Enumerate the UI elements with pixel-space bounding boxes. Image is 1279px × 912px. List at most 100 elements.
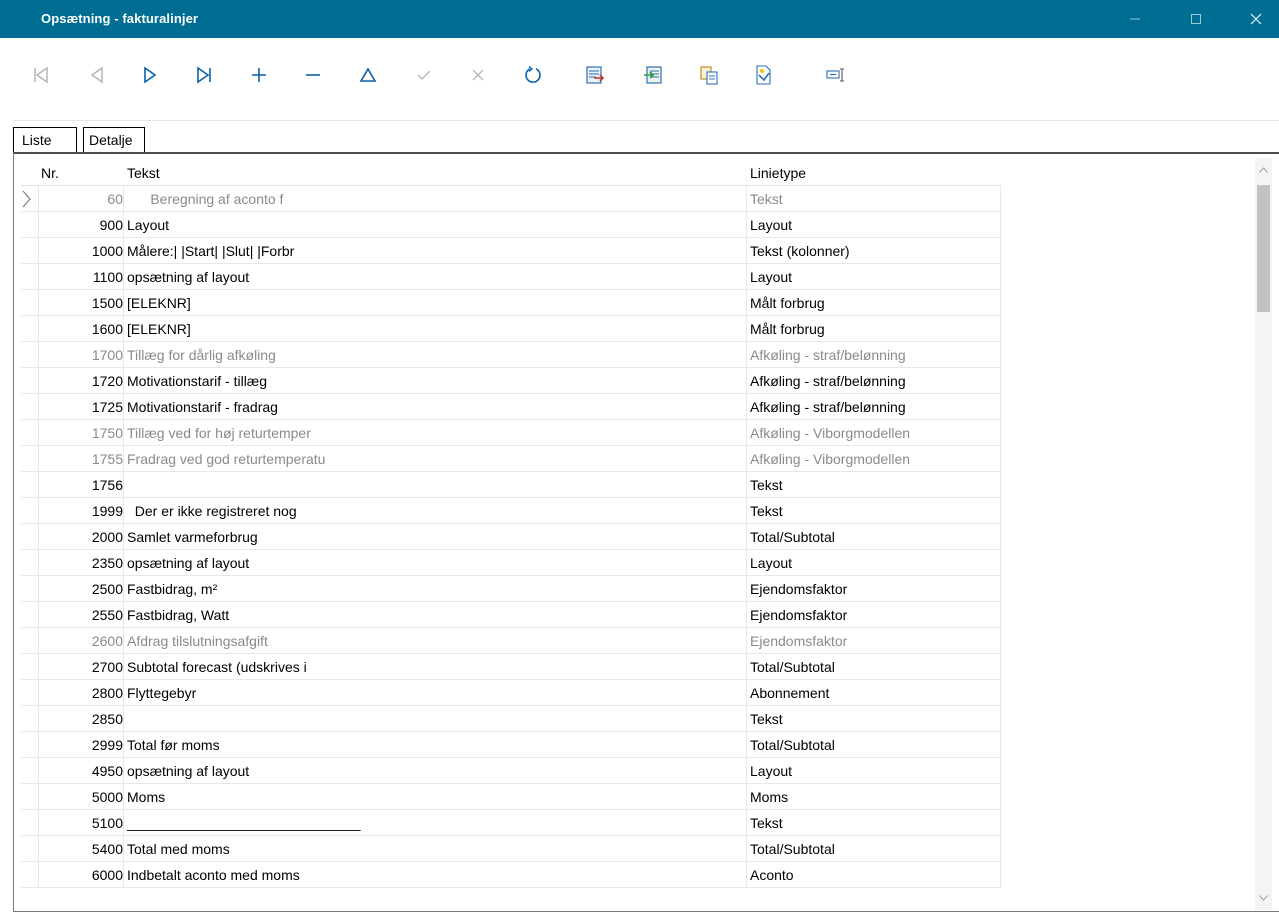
table-row[interactable]: 1100 opsætning af layout Layout	[21, 264, 1001, 290]
export-button[interactable]	[582, 62, 608, 88]
table-row[interactable]: 1700 Tillæg for dårlig afkøling Afkøling -…	[21, 342, 1001, 368]
table-row[interactable]: 900 Layout Layout	[21, 212, 1001, 238]
cell-nr[interactable]: 2700	[38, 659, 123, 675]
table-row[interactable]: 4950 opsætning af layout Layout	[21, 758, 1001, 784]
cell-nr[interactable]: 5100	[38, 815, 123, 831]
cell-tekst[interactable]: Indbetalt aconto med moms	[127, 867, 300, 883]
cell-linietype[interactable]: Tekst (kolonner)	[750, 243, 850, 259]
cell-linietype[interactable]: Layout	[750, 217, 792, 233]
cell-tekst[interactable]: Tillæg for dårlig afkøling	[127, 347, 276, 363]
cell-linietype[interactable]: Moms	[750, 789, 788, 805]
cell-linietype[interactable]: Layout	[750, 269, 792, 285]
row-indicator[interactable]	[21, 342, 38, 368]
row-indicator[interactable]	[21, 602, 38, 628]
row-indicator[interactable]	[21, 836, 38, 862]
cell-tekst[interactable]: [ELEKNR]	[127, 321, 191, 337]
cell-tekst[interactable]: Der er ikke registreret nog	[127, 503, 297, 519]
table-row[interactable]: 1000 Målere:| |Start| |Slut| |Forbr Tekst …	[21, 238, 1001, 264]
cell-tekst[interactable]: Moms	[127, 789, 165, 805]
row-indicator[interactable]	[21, 524, 38, 550]
cell-tekst[interactable]: Fastbidrag, Watt	[127, 607, 229, 623]
cell-nr[interactable]: 2800	[38, 685, 123, 701]
insert-record-button[interactable]	[246, 62, 272, 88]
cell-tekst[interactable]: [ELEKNR]	[127, 295, 191, 311]
cell-linietype[interactable]: Total/Subtotal	[750, 659, 835, 675]
table-row[interactable]: 60 Beregning af aconto f Tekst	[21, 186, 1001, 212]
cell-linietype[interactable]: Ejendomsfaktor	[750, 633, 847, 649]
edit-document-button[interactable]	[751, 62, 777, 88]
refresh-button[interactable]	[520, 62, 546, 88]
cell-linietype[interactable]: Layout	[750, 763, 792, 779]
import-button[interactable]	[640, 62, 666, 88]
cell-nr[interactable]: 900	[38, 217, 123, 233]
row-indicator[interactable]	[21, 576, 38, 602]
cell-linietype[interactable]: Afkøling - Viborgmodellen	[750, 425, 910, 441]
table-row[interactable]: 2850 Tekst	[21, 706, 1001, 732]
table-row[interactable]: 1500 [ELEKNR] Målt forbrug	[21, 290, 1001, 316]
cell-linietype[interactable]: Tekst	[750, 503, 783, 519]
edit-record-button[interactable]	[355, 62, 381, 88]
table-row[interactable]: 1600 [ELEKNR] Målt forbrug	[21, 316, 1001, 342]
cell-linietype[interactable]: Afkøling - straf/belønning	[750, 347, 906, 363]
table-row[interactable]: 2999 Total før moms Total/Subtotal	[21, 732, 1001, 758]
row-indicator[interactable]	[21, 394, 38, 420]
cell-linietype[interactable]: Abonnement	[750, 685, 829, 701]
cell-nr[interactable]: 2850	[38, 711, 123, 727]
cell-linietype[interactable]: Afkøling - straf/belønning	[750, 399, 906, 415]
first-record-button[interactable]	[28, 62, 54, 88]
cell-linietype[interactable]: Layout	[750, 555, 792, 571]
cell-nr[interactable]: 1755	[38, 451, 123, 467]
cell-tekst[interactable]: Total før moms	[127, 737, 220, 753]
cell-nr[interactable]: 2550	[38, 607, 123, 623]
table-row[interactable]: 1755 Fradrag ved god returtemperatu Afkøli…	[21, 446, 1001, 472]
column-header-nr[interactable]: Nr.	[41, 165, 59, 181]
cell-linietype[interactable]: Målt forbrug	[750, 321, 825, 337]
cell-tekst[interactable]: Layout	[127, 217, 169, 233]
table-row[interactable]: 2700 Subtotal forecast (udskrives i Total/…	[21, 654, 1001, 680]
cell-linietype[interactable]: Tekst	[750, 191, 783, 207]
row-indicator[interactable]	[21, 654, 38, 680]
table-row[interactable]: 2550 Fastbidrag, Watt Ejendomsfaktor	[21, 602, 1001, 628]
row-indicator[interactable]	[21, 290, 38, 316]
cell-tekst[interactable]: Motivationstarif - tillæg	[127, 373, 267, 389]
cell-tekst[interactable]: Total med moms	[127, 841, 230, 857]
row-indicator[interactable]	[21, 706, 38, 732]
cell-nr[interactable]: 1500	[38, 295, 123, 311]
cell-tekst[interactable]: Målere:| |Start| |Slut| |Forbr	[127, 243, 294, 259]
column-header-linietype[interactable]: Linietype	[750, 165, 806, 181]
cell-tekst[interactable]: Beregning af aconto f	[127, 191, 283, 207]
cell-linietype[interactable]: Målt forbrug	[750, 295, 825, 311]
cell-linietype[interactable]: Aconto	[750, 867, 794, 883]
minimize-button[interactable]	[1112, 0, 1158, 38]
cell-linietype[interactable]: Afkøling - straf/belønning	[750, 373, 906, 389]
table-row[interactable]: 1756 Tekst	[21, 472, 1001, 498]
row-indicator[interactable]	[21, 862, 38, 888]
cell-tekst[interactable]: Afdrag tilslutningsafgift	[127, 633, 268, 649]
cell-linietype[interactable]: Tekst	[750, 711, 783, 727]
row-indicator[interactable]	[21, 264, 38, 290]
cell-nr[interactable]: 2600	[38, 633, 123, 649]
table-row[interactable]: 2000 Samlet varmeforbrug Total/Subtotal	[21, 524, 1001, 550]
cell-linietype[interactable]: Total/Subtotal	[750, 737, 835, 753]
cell-nr[interactable]: 1000	[38, 243, 123, 259]
cell-linietype[interactable]: Tekst	[750, 477, 783, 493]
cell-nr[interactable]: 1725	[38, 399, 123, 415]
table-row[interactable]: 2800 Flyttegebyr Abonnement	[21, 680, 1001, 706]
cell-tekst[interactable]: Samlet varmeforbrug	[127, 529, 258, 545]
cell-tekst[interactable]: opsætning af layout	[127, 555, 249, 571]
table-row[interactable]: 2350 opsætning af layout Layout	[21, 550, 1001, 576]
table-row[interactable]: 6000 Indbetalt aconto med moms Aconto	[21, 862, 1001, 888]
row-indicator[interactable]	[21, 498, 38, 524]
cell-tekst[interactable]: opsætning af layout	[127, 269, 249, 285]
cell-tekst[interactable]: Motivationstarif - fradrag	[127, 399, 278, 415]
row-indicator[interactable]	[21, 784, 38, 810]
table-row[interactable]: 5400 Total med moms Total/Subtotal	[21, 836, 1001, 862]
cancel-edit-button[interactable]	[465, 62, 491, 88]
cell-nr[interactable]: 1600	[38, 321, 123, 337]
cell-nr[interactable]: 6000	[38, 867, 123, 883]
row-indicator[interactable]	[21, 446, 38, 472]
table-row[interactable]: 1725 Motivationstarif - fradrag Afkøling -…	[21, 394, 1001, 420]
row-indicator[interactable]	[21, 420, 38, 446]
cell-nr[interactable]: 1999	[38, 503, 123, 519]
cell-linietype[interactable]: Tekst	[750, 815, 783, 831]
